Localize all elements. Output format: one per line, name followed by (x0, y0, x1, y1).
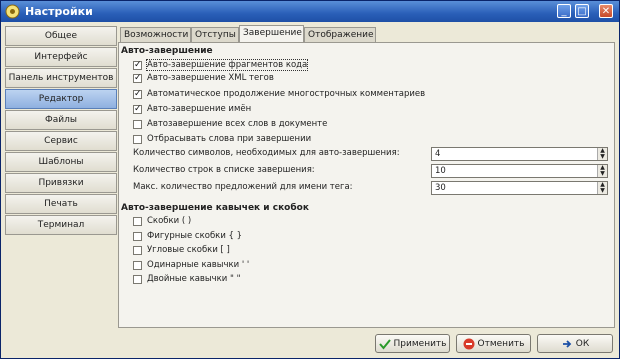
sidebar-item-label: Редактор (38, 94, 84, 104)
sidebar-item-label: Панель инструментов (8, 73, 114, 83)
sidebar-item-label: Сервис (44, 136, 78, 146)
option-label: Отбрасывать слова при завершении (147, 134, 312, 144)
maximize-button[interactable]: □ (575, 4, 589, 18)
spinbox-value: 30 (435, 183, 446, 193)
checkbox-checked[interactable] (133, 60, 142, 70)
field-label: Количество символов, необходимых для авт… (133, 148, 400, 158)
completion-list-rows-spinbox[interactable]: 10 ▲ ▼ (431, 164, 608, 178)
cancel-button[interactable]: Отменить (456, 334, 531, 353)
spin-arrows-icon[interactable]: ▲ ▼ (597, 148, 607, 160)
tab-label: Завершение (243, 28, 302, 38)
category-sidebar: Общее Интерфейс Панель инструментов Реда… (5, 26, 117, 236)
option-label: Авто-завершение фрагментов кода (145, 59, 309, 71)
tab-features[interactable]: Возможности (120, 27, 191, 42)
sidebar-item-label: Печать (44, 199, 78, 209)
completion-panel: Авто-завершение Авто-завершение фрагмент… (118, 42, 615, 328)
tab-label: Отображение (308, 30, 374, 40)
option-label: Скобки ( ) (147, 216, 192, 226)
option-label: Авто-завершение имён (147, 104, 252, 114)
sidebar-item-tools[interactable]: Сервис (5, 131, 117, 151)
checkbox-unchecked[interactable] (133, 260, 142, 270)
checkbox-checked[interactable] (133, 73, 142, 83)
sidebar-item-label: Привязки (38, 178, 84, 188)
sidebar-item-toolbar[interactable]: Панель инструментов (5, 68, 117, 88)
cancel-label: Отменить (477, 338, 525, 349)
tab-completion[interactable]: Завершение (239, 25, 304, 43)
tab-indentation[interactable]: Отступы (191, 27, 239, 42)
apply-label: Применить (393, 338, 447, 349)
sidebar-item-files[interactable]: Файлы (5, 110, 117, 130)
sidebar-item-label: Общее (44, 31, 78, 41)
option-label: Одинарные кавычки ' ' (147, 260, 250, 270)
sidebar-item-terminal[interactable]: Терминал (5, 215, 117, 235)
field-label: Количество строк в списке завершения: (133, 165, 315, 175)
option-label: Фигурные скобки { } (147, 231, 243, 241)
max-tag-suggestions-spinbox[interactable]: 30 ▲ ▼ (431, 181, 608, 195)
checkbox-unchecked[interactable] (133, 274, 142, 284)
option-curly-brackets[interactable]: Фигурные скобки { } (133, 230, 242, 242)
checkbox-checked[interactable] (133, 104, 142, 114)
option-xml-tag-completion[interactable]: Авто-завершение XML тегов (133, 72, 274, 84)
chars-for-completion-spinbox[interactable]: 4 ▲ ▼ (431, 147, 608, 161)
field-label: Макс. количество предложений для имени т… (133, 182, 353, 192)
tab-label: Отступы (195, 30, 236, 40)
option-square-brackets[interactable]: Угловые скобки [ ] (133, 244, 230, 256)
option-single-quotes[interactable]: Одинарные кавычки ' ' (133, 259, 249, 271)
checkbox-unchecked[interactable] (133, 216, 142, 226)
option-symbol-completion[interactable]: Авто-завершение имён (133, 103, 251, 115)
option-label: Авто-завершение XML тегов (147, 73, 274, 83)
section-title-quotes-brackets: Авто-завершение кавычек и скобок (121, 203, 309, 213)
app-gear-icon[interactable] (5, 4, 20, 19)
checkbox-unchecked[interactable] (133, 231, 142, 241)
spin-arrows-icon[interactable]: ▲ ▼ (597, 182, 607, 194)
option-label: Автозавершение всех слов в документе (147, 119, 328, 129)
cancel-icon (463, 338, 475, 349)
option-complete-all-words[interactable]: Автозавершение всех слов в документе (133, 118, 327, 130)
sidebar-item-label: Интерфейс (34, 52, 88, 62)
option-drop-rest-of-word[interactable]: Отбрасывать слова при завершении (133, 133, 311, 145)
tab-display[interactable]: Отображение (304, 27, 376, 42)
window-title: Настройки (25, 5, 93, 18)
option-label: Автоматическое продолжение многострочных… (147, 89, 426, 99)
title-bar[interactable]: Настройки _ □ ✕ (1, 1, 619, 22)
close-icon: ✕ (601, 6, 611, 17)
option-parentheses[interactable]: Скобки ( ) (133, 215, 191, 227)
checkmark-icon (378, 338, 391, 350)
ok-label: ОК (575, 338, 590, 349)
spinbox-value: 10 (435, 166, 446, 176)
tab-label: Возможности (124, 30, 189, 40)
minimize-icon: _ (561, 6, 567, 17)
checkbox-unchecked[interactable] (133, 245, 142, 255)
sidebar-item-interface[interactable]: Интерфейс (5, 47, 117, 67)
spinbox-value: 4 (435, 149, 441, 159)
sidebar-item-editor[interactable]: Редактор (5, 89, 117, 109)
option-label: Угловые скобки [ ] (147, 245, 230, 255)
spin-arrows-icon[interactable]: ▲ ▼ (597, 165, 607, 177)
sidebar-item-templates[interactable]: Шаблоны (5, 152, 117, 172)
sidebar-item-general[interactable]: Общее (5, 26, 117, 46)
minimize-button[interactable]: _ (557, 4, 571, 18)
option-label: Двойные кавычки " " (147, 274, 241, 284)
option-multiline-comments[interactable]: Автоматическое продолжение многострочных… (133, 88, 425, 100)
sidebar-item-label: Файлы (45, 115, 77, 125)
maximize-icon: □ (577, 6, 587, 17)
checkbox-unchecked[interactable] (133, 119, 142, 129)
ok-arrow-icon (562, 339, 572, 348)
close-button[interactable]: ✕ (599, 4, 613, 18)
sidebar-item-label: Терминал (37, 220, 85, 230)
ok-button[interactable]: ОК (537, 334, 613, 353)
checkbox-unchecked[interactable] (133, 134, 142, 144)
option-double-quotes[interactable]: Двойные кавычки " " (133, 273, 241, 285)
apply-button[interactable]: Применить (375, 334, 450, 353)
section-title-autocomplete: Авто-завершение (121, 46, 213, 56)
sidebar-item-printing[interactable]: Печать (5, 194, 117, 214)
preferences-window: Настройки _ □ ✕ Общее Интерфейс Панель и… (0, 0, 620, 359)
sidebar-item-keybindings[interactable]: Привязки (5, 173, 117, 193)
checkbox-checked[interactable] (133, 89, 142, 99)
option-snippet-completion[interactable]: Авто-завершение фрагментов кода (133, 59, 309, 71)
sidebar-item-label: Шаблоны (38, 157, 84, 167)
